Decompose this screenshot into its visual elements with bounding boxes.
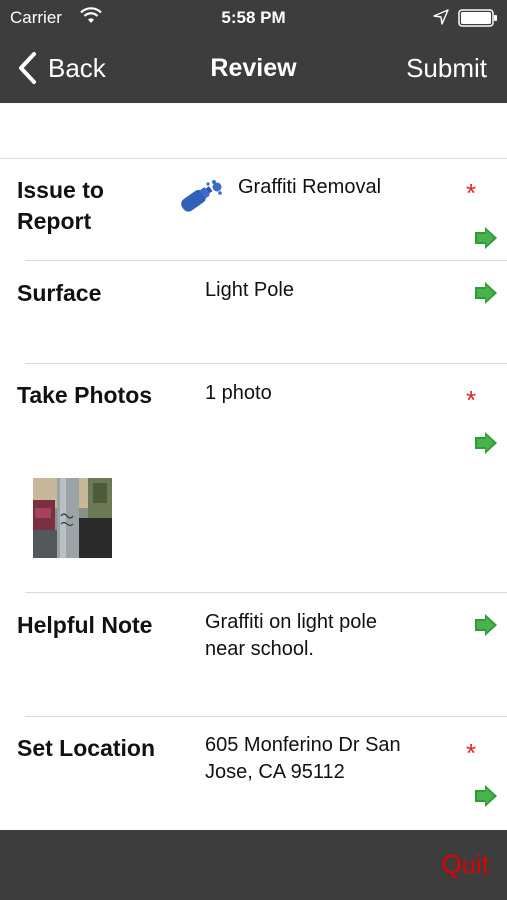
divider	[25, 260, 507, 261]
green-arrow-icon[interactable]	[474, 226, 498, 250]
divider	[25, 716, 507, 717]
top-bar: Carrier 5:58 PM Back Review Submit	[0, 0, 507, 103]
green-arrow-icon[interactable]	[474, 281, 498, 305]
clock: 5:58 PM	[221, 8, 286, 27]
required-star: *	[466, 178, 477, 208]
status-bar: Carrier 5:58 PM	[0, 0, 507, 36]
row-value-photos: 1 photo	[205, 382, 272, 404]
spray-can-icon	[181, 180, 222, 212]
row-label-issue: Issue to Report	[17, 177, 104, 234]
row-label-note: Helpful Note	[17, 612, 153, 638]
green-arrow-icon[interactable]	[474, 431, 498, 455]
row-value-location: 605 Monferino Dr San Jose, CA 95112	[205, 734, 401, 783]
row-label-surface: Surface	[17, 280, 102, 306]
green-arrow-icon[interactable]	[474, 613, 498, 637]
nav-bar: Back Review Submit	[0, 36, 507, 103]
battery-icon	[458, 9, 497, 27]
row-value-note: Graffiti on light pole near school.	[205, 611, 377, 660]
divider	[25, 363, 507, 364]
divider	[0, 158, 507, 159]
row-value-issue: Graffiti Removal	[238, 176, 382, 198]
divider	[25, 592, 507, 593]
submit-button[interactable]: Submit	[406, 53, 487, 84]
quit-button[interactable]: Quit	[441, 849, 489, 880]
required-star: *	[466, 738, 477, 768]
photo-thumbnail[interactable]	[33, 478, 112, 558]
row-label-location: Set Location	[17, 735, 156, 761]
required-star: *	[466, 385, 477, 415]
photo-thumbnail-image	[33, 478, 112, 558]
green-arrow-icon[interactable]	[474, 784, 498, 808]
row-value-surface: Light Pole	[205, 279, 294, 301]
row-label-photos: Take Photos	[17, 382, 153, 408]
location-arrow-icon	[433, 9, 449, 25]
review-screen: Carrier 5:58 PM Back Review Submit Issue…	[0, 0, 507, 900]
bottom-toolbar: Quit	[0, 830, 507, 900]
